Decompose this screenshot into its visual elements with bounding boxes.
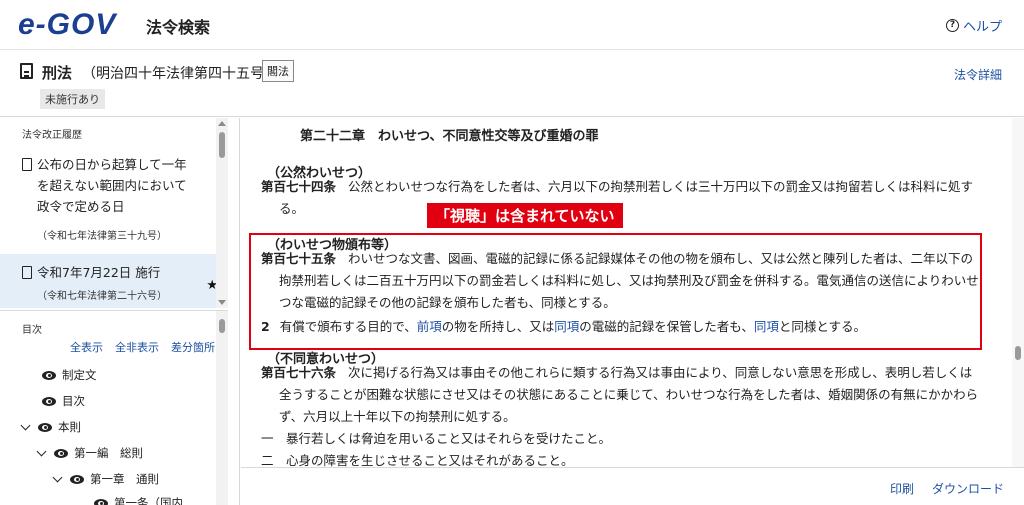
law-number: （明治四十年法律第四十五号） — [82, 66, 278, 82]
toc-scrollbar[interactable] — [216, 311, 228, 505]
toc-item-label: 本則 — [58, 420, 81, 434]
toc-item-label: 目次 — [62, 394, 85, 408]
history-item-line: を超えない範囲内において — [37, 178, 187, 193]
history-item-law-number: （令和七年法律第二十六号） — [37, 291, 167, 302]
article-number: 第百七十四条 — [261, 179, 337, 194]
toc-item-label: 第一編 総則 — [74, 446, 143, 460]
chevron-down-icon[interactable] — [36, 446, 47, 456]
history-item[interactable]: 公布の日から起算して一年 を超えない範囲内において 政令で定める日 （令和七年法… — [0, 154, 228, 242]
diff-link[interactable]: 差分箇所 — [171, 339, 215, 355]
toc-item-label: 制定文 — [62, 368, 97, 382]
status-badge: 未施行あり — [40, 89, 105, 109]
law-type-badge[interactable]: 閣法 — [262, 60, 294, 82]
history-scrollbar[interactable] — [216, 118, 228, 308]
toc-controls: 全表示 全非表示 差分箇所 — [70, 339, 215, 355]
scroll-thumb[interactable] — [219, 319, 225, 333]
sidebar: 法令改正履歴 公布の日から起算して一年 を超えない範囲内において 政令で定める日… — [0, 118, 240, 505]
hide-all-link[interactable]: 全非表示 — [115, 339, 159, 355]
article-text: 公然とわいせつな行為をした者は、六月以下の拘禁刑若しくは三十万円以下の罰金又は拘… — [279, 179, 974, 216]
law-detail-link[interactable]: 法令詳細 — [954, 66, 1002, 83]
article-176: 第百七十六条 次に掲げる行為又は事由その他これらに類する行為又は事由により、同意し… — [261, 362, 983, 467]
history-item-law-number: （令和七年法律第三十九号） — [37, 231, 167, 242]
show-all-link[interactable]: 全表示 — [70, 339, 103, 355]
top-bar: e-GOV 法令検索 ? ヘルプ — [0, 0, 1024, 50]
eye-icon[interactable] — [42, 396, 56, 406]
download-link[interactable]: ダウンロード — [932, 480, 1004, 497]
eye-icon[interactable] — [38, 422, 52, 432]
document-icon — [20, 63, 33, 79]
history-item-selected[interactable]: 令和7年7月22日 施行 （令和七年法律第二十六号） ★ — [0, 254, 228, 308]
scroll-up-arrow[interactable] — [218, 121, 226, 126]
history-item-line: 政令で定める日 — [37, 199, 125, 214]
revision-history-title: 法令改正履歴 — [22, 130, 82, 141]
toc-item[interactable]: 目次 — [42, 391, 85, 411]
chevron-down-icon[interactable] — [52, 472, 63, 482]
footer-bar: 印刷 ダウンロード — [241, 467, 1024, 505]
toc-item-label: 第一条（国内 — [114, 496, 183, 505]
scroll-thumb[interactable] — [1015, 346, 1021, 360]
article-number: 第百七十六条 — [261, 365, 337, 380]
content-scrollbar[interactable] — [1012, 118, 1024, 467]
table-of-contents-panel: 目次 全表示 全非表示 差分箇所 制定文 目次 本則 第一編 総則 第一章 通則 — [0, 310, 228, 505]
scroll-thumb[interactable] — [219, 132, 225, 158]
history-item-line: 公布の日から起算して一年 — [37, 157, 187, 172]
law-name: 刑法 — [42, 64, 73, 82]
print-link[interactable]: 印刷 — [890, 480, 914, 497]
highlight-box — [249, 233, 982, 350]
toc-item[interactable]: 制定文 — [42, 365, 97, 385]
document-icon — [22, 266, 32, 279]
eye-icon[interactable] — [54, 448, 68, 458]
document-icon — [22, 158, 32, 171]
app-title: 法令検索 — [146, 18, 211, 37]
scroll-down-arrow[interactable] — [218, 300, 226, 305]
eye-icon[interactable] — [70, 474, 84, 484]
toc-item[interactable]: 第一条（国内 — [94, 493, 183, 505]
help-link[interactable]: ? ヘルプ — [945, 16, 1002, 35]
eye-icon[interactable] — [94, 498, 108, 505]
article-text: 次に掲げる行為又は事由その他これらに類する行為又は事由により、同意しない意思を形… — [279, 365, 979, 424]
toc-item[interactable]: 本則 — [20, 417, 81, 437]
toc-title: 目次 — [22, 325, 42, 336]
article-item: 二 心身の障害を生じさせること又はそれがあること。 — [261, 453, 574, 467]
article-item: 一 暴行若しくは脅迫を用いること又はそれらを受けたこと。 — [261, 431, 612, 446]
chapter-heading: 第二十二章 わいせつ、不同意性交等及び重婚の罪 — [300, 129, 599, 144]
toc-item[interactable]: 第一章 通則 — [52, 469, 159, 489]
history-item-date: 令和7年7月22日 施行 — [37, 265, 161, 280]
toc-item[interactable]: 第一編 総則 — [36, 443, 143, 463]
egov-logo[interactable]: e-GOV — [18, 8, 116, 42]
annotation-label: 「視聴」は含まれていない — [427, 203, 623, 228]
help-label: ヘルプ — [962, 20, 1002, 35]
eye-icon[interactable] — [42, 370, 56, 380]
help-icon: ? — [945, 19, 959, 32]
toc-item-label: 第一章 通則 — [90, 472, 159, 486]
law-text-panel: 第二十二章 わいせつ、不同意性交等及び重婚の罪 （公然わいせつ） 第百七十四条公… — [241, 118, 1024, 467]
chevron-down-icon[interactable] — [20, 420, 31, 430]
revision-history-panel: 法令改正履歴 公布の日から起算して一年 を超えない範囲内において 政令で定める日… — [0, 118, 228, 308]
law-title-bar: 刑法 （明治四十年法律第四十五号） 閣法 未施行あり 法令詳細 — [0, 50, 1024, 117]
